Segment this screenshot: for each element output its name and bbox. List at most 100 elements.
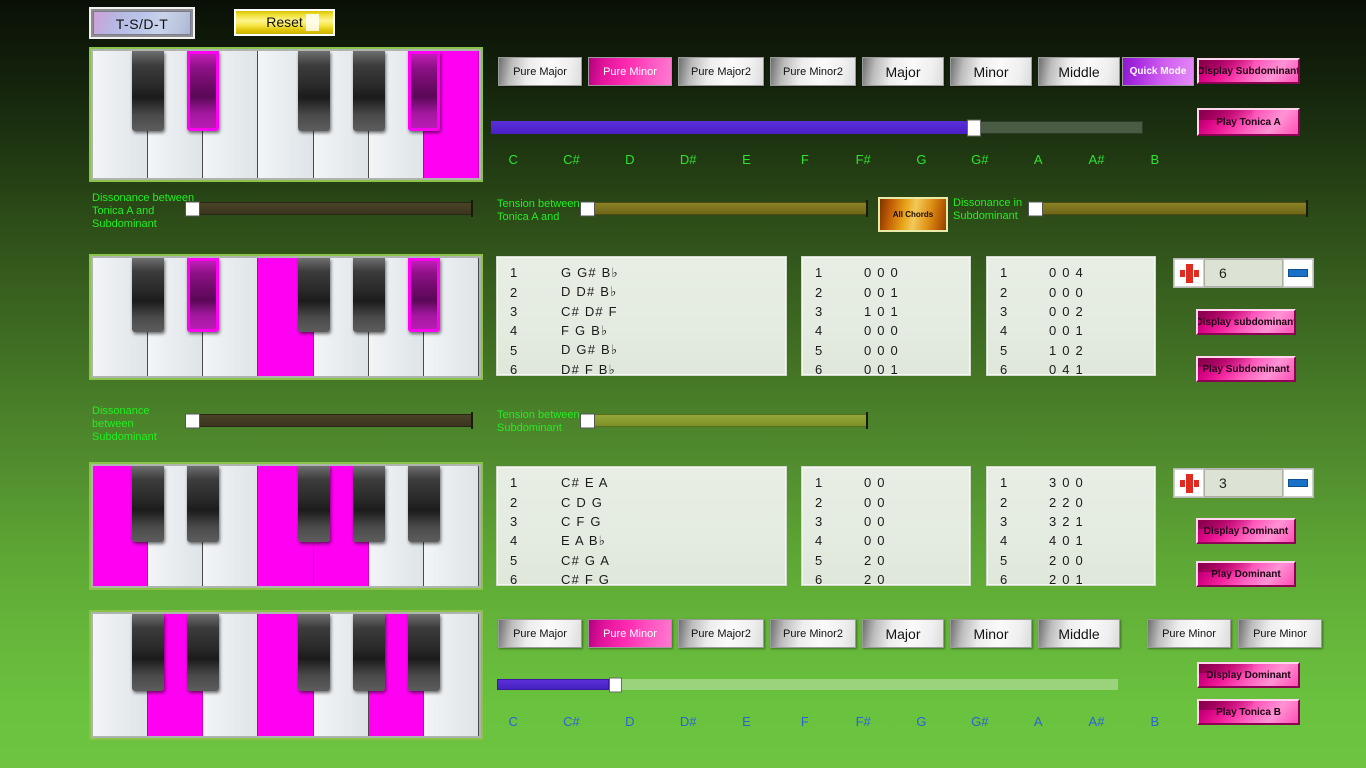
- black-key[interactable]: [187, 614, 219, 691]
- chord-button-pure-minor2[interactable]: Pure Minor2: [770, 57, 856, 86]
- slider-thumb[interactable]: [609, 677, 622, 692]
- meter-thumb[interactable]: [580, 413, 595, 428]
- values-row[interactable]: 30 0: [802, 512, 970, 531]
- values-row[interactable]: 13 0 0: [987, 473, 1155, 492]
- black-key[interactable]: [132, 51, 164, 131]
- chord-list-row[interactable]: 4F G B♭: [497, 321, 786, 340]
- values-row[interactable]: 30 0 2: [987, 302, 1155, 321]
- values-row[interactable]: 44 0 1: [987, 531, 1155, 550]
- values-row[interactable]: 60 0 1: [802, 360, 970, 379]
- display-subdominant-button[interactable]: Display subdominant: [1196, 309, 1296, 335]
- black-key[interactable]: [408, 466, 440, 542]
- chord-button-pure-major[interactable]: Pure Major: [498, 57, 582, 86]
- values-row[interactable]: 22 2 0: [987, 492, 1155, 511]
- piano-subdominant[interactable]: [89, 254, 483, 380]
- play-subdominant-button[interactable]: Play Subdominant: [1196, 356, 1296, 382]
- chord-button-pure-major2[interactable]: Pure Major2: [678, 57, 764, 86]
- black-key[interactable]: [187, 51, 219, 131]
- values-row[interactable]: 10 0 0: [802, 263, 970, 282]
- chord-button-major[interactable]: Major: [862, 619, 944, 648]
- meter-thumb[interactable]: [1028, 201, 1043, 216]
- piano-tonica-a[interactable]: [89, 47, 483, 182]
- piano-keys-tonica-b[interactable]: [93, 614, 479, 736]
- values-row[interactable]: 62 0 1: [987, 570, 1155, 589]
- chord-button-pure-major2[interactable]: Pure Major2: [678, 619, 764, 648]
- chord-list-row[interactable]: 4E A B♭: [497, 531, 786, 550]
- piano-keys-dominant[interactable]: [93, 466, 479, 586]
- tension-tonica-a-meter[interactable]: [580, 202, 868, 215]
- subdominant-values-list-1[interactable]: 10 0 020 0 131 0 140 0 050 0 060 0 1: [801, 256, 971, 376]
- chord-list-row[interactable]: 5D G# B♭: [497, 341, 786, 360]
- dominant-spinner[interactable]: 3: [1173, 468, 1314, 498]
- slider-thumb[interactable]: [967, 119, 981, 136]
- values-row[interactable]: 60 4 1: [987, 360, 1155, 379]
- chord-list-row[interactable]: 3C# D# F: [497, 302, 786, 321]
- black-key[interactable]: [353, 51, 385, 131]
- dominant-values-list-1[interactable]: 10 020 030 040 052 062 0: [801, 466, 971, 586]
- subdominant-values-list-2[interactable]: 10 0 420 0 030 0 240 0 151 0 260 4 1: [986, 256, 1156, 376]
- chord-list-row[interactable]: 3C F G: [497, 512, 786, 531]
- black-key[interactable]: [408, 258, 440, 332]
- meter-thumb[interactable]: [185, 413, 200, 428]
- piano-keys-subdominant[interactable]: [93, 258, 479, 376]
- piano-keys-tonica-a[interactable]: [93, 51, 479, 178]
- subdominant-chord-list[interactable]: 1G G# B♭2D D# B♭3C# D# F4F G B♭5D G# B♭6…: [496, 256, 787, 376]
- chord-list-row[interactable]: 5C# G A: [497, 551, 786, 570]
- black-key[interactable]: [298, 466, 330, 542]
- decrement-button[interactable]: [1283, 469, 1313, 497]
- values-row[interactable]: 52 0: [802, 551, 970, 570]
- dissonance-subdominant-meter[interactable]: [185, 414, 473, 427]
- chord-list-row[interactable]: 2D D# B♭: [497, 282, 786, 301]
- increment-button[interactable]: [1174, 259, 1204, 287]
- chord-button-pure-minor[interactable]: Pure Minor: [588, 619, 672, 648]
- display-subdominant-button-top[interactable]: Display Subdominant: [1197, 58, 1300, 84]
- piano-dominant[interactable]: [89, 462, 483, 590]
- meter-thumb[interactable]: [580, 201, 595, 216]
- values-row[interactable]: 40 0: [802, 531, 970, 550]
- play-dominant-button[interactable]: Play Dominant: [1196, 561, 1296, 587]
- tonica-a-note-slider[interactable]: [491, 121, 1143, 134]
- extra-chord-button-2[interactable]: Pure Minor: [1238, 619, 1322, 648]
- black-key[interactable]: [187, 258, 219, 332]
- chord-list-row[interactable]: 6C# F G: [497, 570, 786, 589]
- black-key[interactable]: [408, 51, 440, 131]
- chord-button-minor[interactable]: Minor: [950, 619, 1032, 648]
- chord-button-pure-minor2[interactable]: Pure Minor2: [770, 619, 856, 648]
- quick-mode-button[interactable]: Quick Mode: [1122, 57, 1194, 86]
- dissonance-in-subdominant-meter[interactable]: [1028, 202, 1308, 215]
- chord-list-row[interactable]: 2C D G: [497, 492, 786, 511]
- extra-chord-button-1[interactable]: Pure Minor: [1147, 619, 1231, 648]
- reset-button[interactable]: Reset: [234, 9, 335, 36]
- dissonance-tonica-subdominant-meter[interactable]: [185, 202, 473, 215]
- values-row[interactable]: 20 0 0: [987, 282, 1155, 301]
- values-row[interactable]: 33 2 1: [987, 512, 1155, 531]
- tension-subdominant-meter[interactable]: [580, 414, 868, 427]
- values-row[interactable]: 10 0: [802, 473, 970, 492]
- dominant-spinner-value[interactable]: 3: [1204, 469, 1283, 497]
- values-row[interactable]: 40 0 0: [802, 321, 970, 340]
- black-key[interactable]: [298, 258, 330, 332]
- black-key[interactable]: [408, 614, 440, 691]
- all-chords-button[interactable]: All Chords: [878, 197, 948, 232]
- values-row[interactable]: 10 0 4: [987, 263, 1155, 282]
- black-key[interactable]: [132, 466, 164, 542]
- decrement-button[interactable]: [1283, 259, 1313, 287]
- black-key[interactable]: [298, 51, 330, 131]
- black-key[interactable]: [298, 614, 330, 691]
- play-tonica-b-button[interactable]: Play Tonica B: [1197, 699, 1300, 725]
- values-row[interactable]: 20 0: [802, 492, 970, 511]
- chord-list-row[interactable]: 1C# E A: [497, 473, 786, 492]
- dominant-chord-list[interactable]: 1C# E A2C D G3C F G4E A B♭5C# G A6C# F G: [496, 466, 787, 586]
- black-key[interactable]: [187, 466, 219, 542]
- black-key[interactable]: [353, 466, 385, 542]
- black-key[interactable]: [353, 614, 385, 691]
- chord-list-row[interactable]: 1G G# B♭: [497, 263, 786, 282]
- chord-button-middle[interactable]: Middle: [1038, 619, 1120, 648]
- values-row[interactable]: 31 0 1: [802, 302, 970, 321]
- values-row[interactable]: 40 0 1: [987, 321, 1155, 340]
- piano-tonica-b[interactable]: [89, 610, 483, 740]
- tsdt-mode-button[interactable]: T-S/D-T: [93, 11, 191, 35]
- chord-list-row[interactable]: 6D# F B♭: [497, 360, 786, 379]
- subdominant-spinner-value[interactable]: 6: [1204, 259, 1283, 287]
- dominant-values-list-2[interactable]: 13 0 022 2 033 2 144 0 152 0 062 0 1: [986, 466, 1156, 586]
